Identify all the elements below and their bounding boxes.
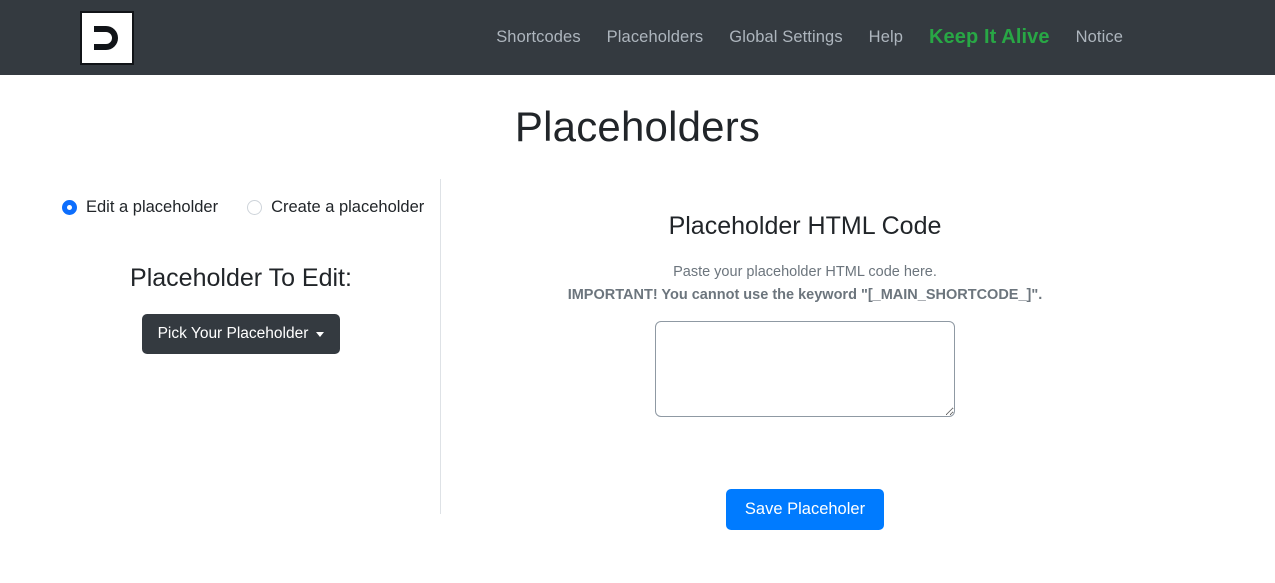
radio-edit-placeholder-label: Edit a placeholder xyxy=(86,198,219,216)
helper-important-text: IMPORTANT! You cannot use the keyword "[… xyxy=(567,286,1043,303)
pick-your-placeholder-dropdown[interactable]: Pick Your Placeholder xyxy=(141,314,341,354)
nav-link-placeholders[interactable]: Placeholders xyxy=(607,28,704,47)
placeholder-html-code-input[interactable] xyxy=(655,321,955,418)
nav-link-keep-it-alive[interactable]: Keep It Alive xyxy=(929,26,1050,49)
nav-link-shortcodes[interactable]: Shortcodes xyxy=(496,28,580,47)
left-column: Edit a placeholder Create a placeholder … xyxy=(0,198,440,530)
radio-edit-placeholder-mark[interactable] xyxy=(62,200,77,215)
radio-create-placeholder-label: Create a placeholder xyxy=(271,198,425,216)
placeholder-to-edit-heading: Placeholder To Edit: xyxy=(130,264,352,292)
nav-link-global-settings[interactable]: Global Settings xyxy=(729,28,842,47)
brand-logo[interactable] xyxy=(80,10,134,65)
save-button-wrap: Save Placeholer xyxy=(440,489,1170,531)
main-content: Edit a placeholder Create a placeholder … xyxy=(0,151,1275,531)
mode-selector: Edit a placeholder Create a placeholder xyxy=(62,198,424,217)
helper-text: Paste your placeholder HTML code here. xyxy=(673,264,937,280)
nav-link-help[interactable]: Help xyxy=(869,28,903,47)
placeholder-html-code-heading: Placeholder HTML Code xyxy=(668,212,942,240)
placeholder-picker-wrap: Pick Your Placeholder xyxy=(62,314,420,354)
radio-create-placeholder[interactable]: Create a placeholder xyxy=(247,198,424,217)
radio-create-placeholder-mark[interactable] xyxy=(247,200,263,215)
save-placeholder-button[interactable]: Save Placeholer xyxy=(725,489,885,531)
radio-edit-placeholder[interactable]: Edit a placeholder xyxy=(62,198,218,217)
pick-your-placeholder-label: Pick Your Placeholder xyxy=(157,325,309,342)
reverse-d-logo-icon xyxy=(89,20,125,56)
nav-link-notice[interactable]: Notice xyxy=(1076,28,1123,47)
caret-down-icon xyxy=(316,331,325,337)
page-title: Placeholders xyxy=(514,103,761,150)
primary-nav: Shortcodes Placeholders Global Settings … xyxy=(496,26,1123,49)
column-divider xyxy=(440,179,441,514)
top-navbar: Shortcodes Placeholders Global Settings … xyxy=(0,0,1275,75)
right-column: Placeholder HTML Code Paste your placeho… xyxy=(440,198,1275,531)
